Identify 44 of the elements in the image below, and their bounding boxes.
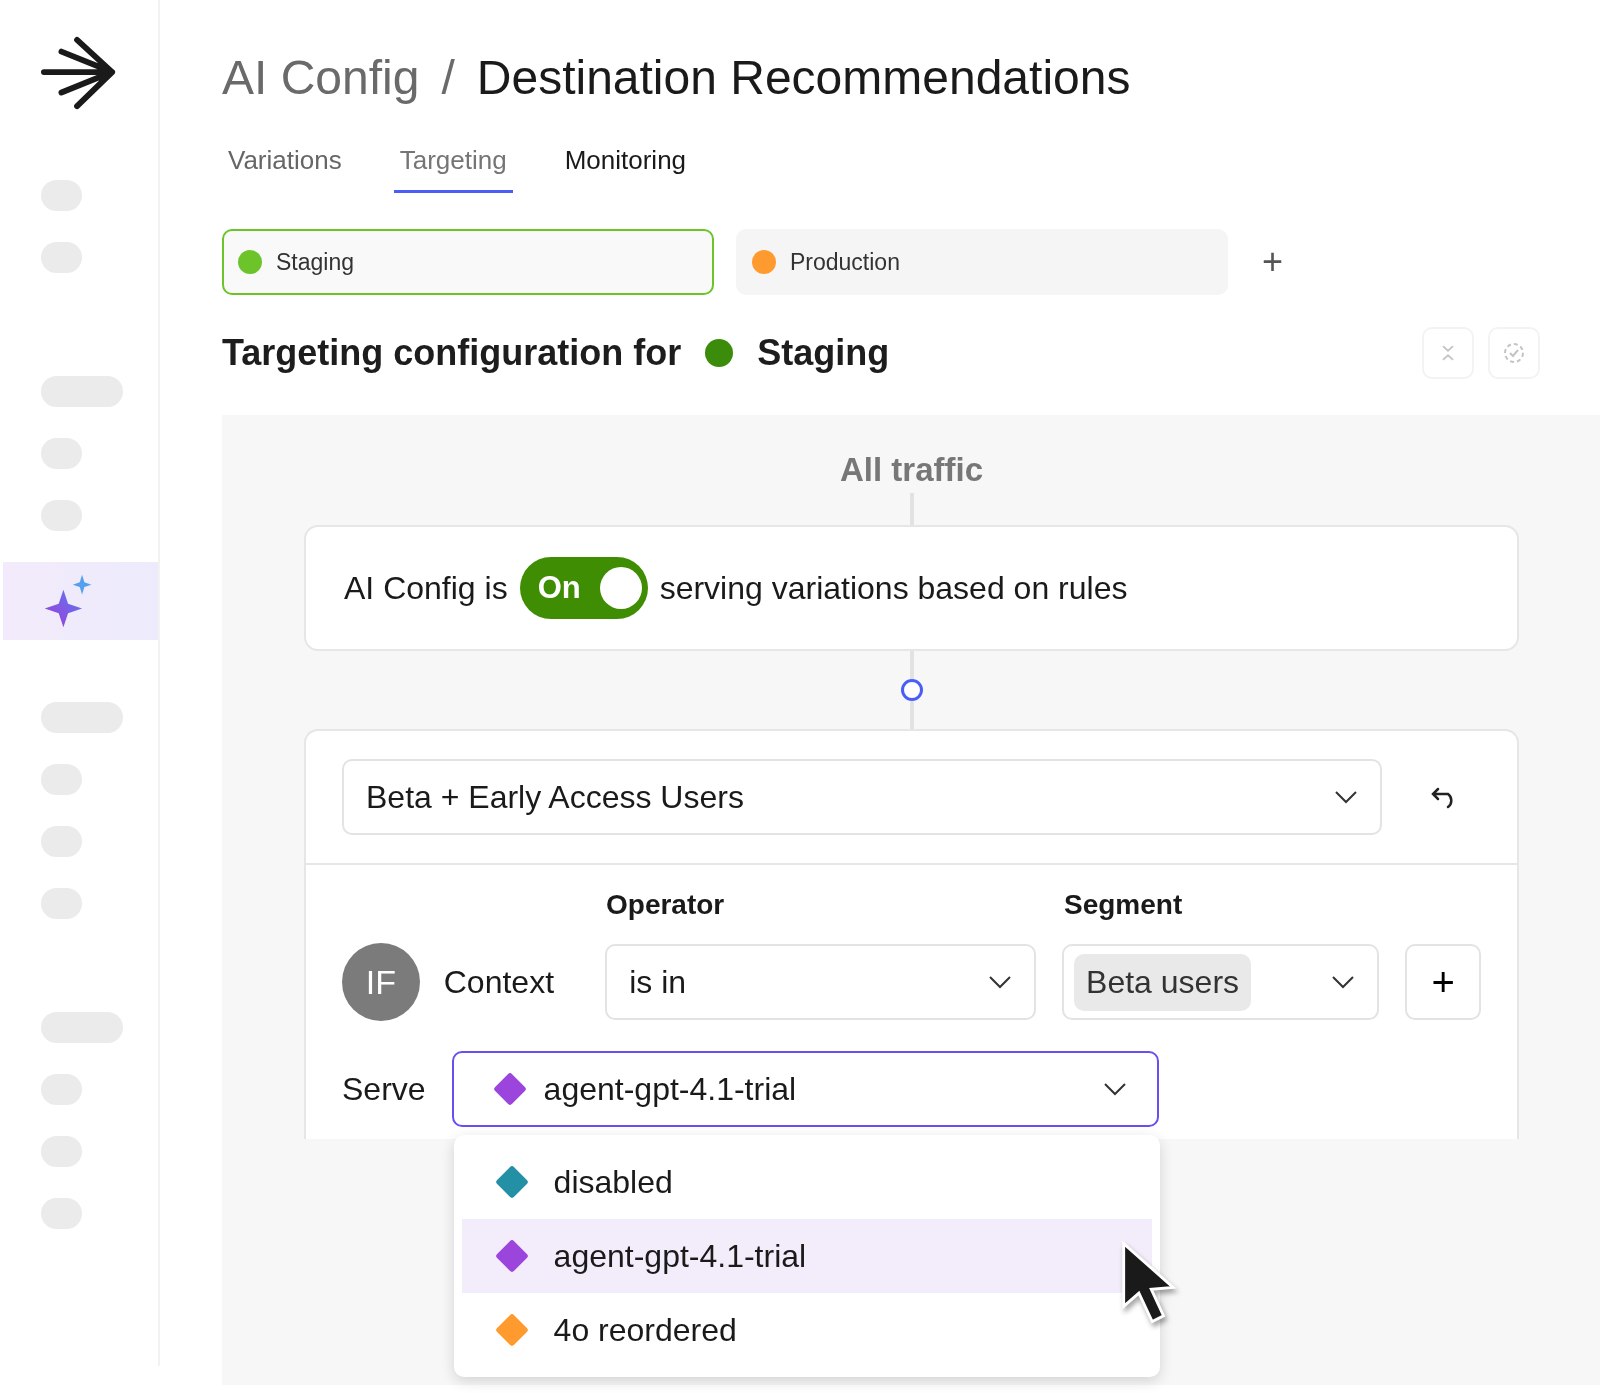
connector-node bbox=[900, 679, 923, 701]
sidebar-item[interactable] bbox=[3, 562, 158, 640]
status-dot bbox=[705, 339, 734, 367]
check-button[interactable] bbox=[1488, 327, 1540, 379]
environment-label: Staging bbox=[276, 248, 354, 276]
chevron-down-icon bbox=[1102, 1082, 1127, 1096]
page-title: Destination Recommendations bbox=[476, 50, 1131, 105]
segment-select[interactable]: Beta users bbox=[1062, 944, 1380, 1020]
environment-tab[interactable]: Staging bbox=[222, 229, 714, 295]
rule-name-select[interactable]: Beta + Early Access Users bbox=[342, 759, 1382, 835]
environment-label: Production bbox=[790, 248, 900, 276]
chevron-down-icon bbox=[1334, 790, 1358, 804]
menu-option[interactable]: 4o reordered bbox=[461, 1293, 1152, 1367]
breadcrumb-separator: / bbox=[441, 50, 455, 105]
environment-name: Staging bbox=[757, 332, 890, 374]
field-label: Operator bbox=[606, 889, 725, 921]
operator-select[interactable]: is in bbox=[605, 944, 1037, 1020]
attribute-label: Context bbox=[443, 963, 556, 1001]
chevron-down-icon bbox=[988, 975, 1013, 989]
field-label: Segment bbox=[1064, 889, 1183, 921]
option-label: 4o reordered bbox=[553, 1311, 737, 1349]
status-text: AI Config is bbox=[344, 569, 508, 607]
serve-label: Serve bbox=[342, 1070, 426, 1108]
option-label: agent-gpt-4.1-trial bbox=[553, 1237, 807, 1275]
tab[interactable]: Targeting bbox=[393, 145, 513, 193]
collapse-button[interactable] bbox=[1422, 327, 1474, 379]
add-button[interactable]: + bbox=[1256, 240, 1290, 284]
status-text: serving variations based on rules bbox=[659, 569, 1128, 607]
segment-tag: Beta users bbox=[1074, 953, 1252, 1011]
option-label: disabled bbox=[553, 1163, 673, 1201]
add-button[interactable]: + bbox=[1405, 944, 1481, 1020]
environment-tab[interactable]: Production bbox=[736, 229, 1228, 295]
tab[interactable]: Variations bbox=[222, 145, 348, 193]
if-badge: IF bbox=[342, 943, 420, 1021]
menu-option[interactable]: agent-gpt-4.1-trial bbox=[461, 1219, 1152, 1293]
chevron-down-icon bbox=[1331, 975, 1356, 989]
toggle-switch[interactable]: On bbox=[519, 557, 648, 619]
breadcrumb-link[interactable]: AI Config bbox=[222, 50, 420, 105]
section-heading: Targeting configuration for bbox=[222, 332, 682, 374]
tab[interactable]: Monitoring bbox=[558, 145, 693, 193]
variation-select[interactable]: agent-gpt-4.1-trial bbox=[451, 1051, 1159, 1127]
traffic-label: All traffic bbox=[839, 451, 984, 489]
check-circle-icon bbox=[1502, 341, 1526, 365]
menu-option[interactable]: disabled bbox=[461, 1145, 1152, 1219]
